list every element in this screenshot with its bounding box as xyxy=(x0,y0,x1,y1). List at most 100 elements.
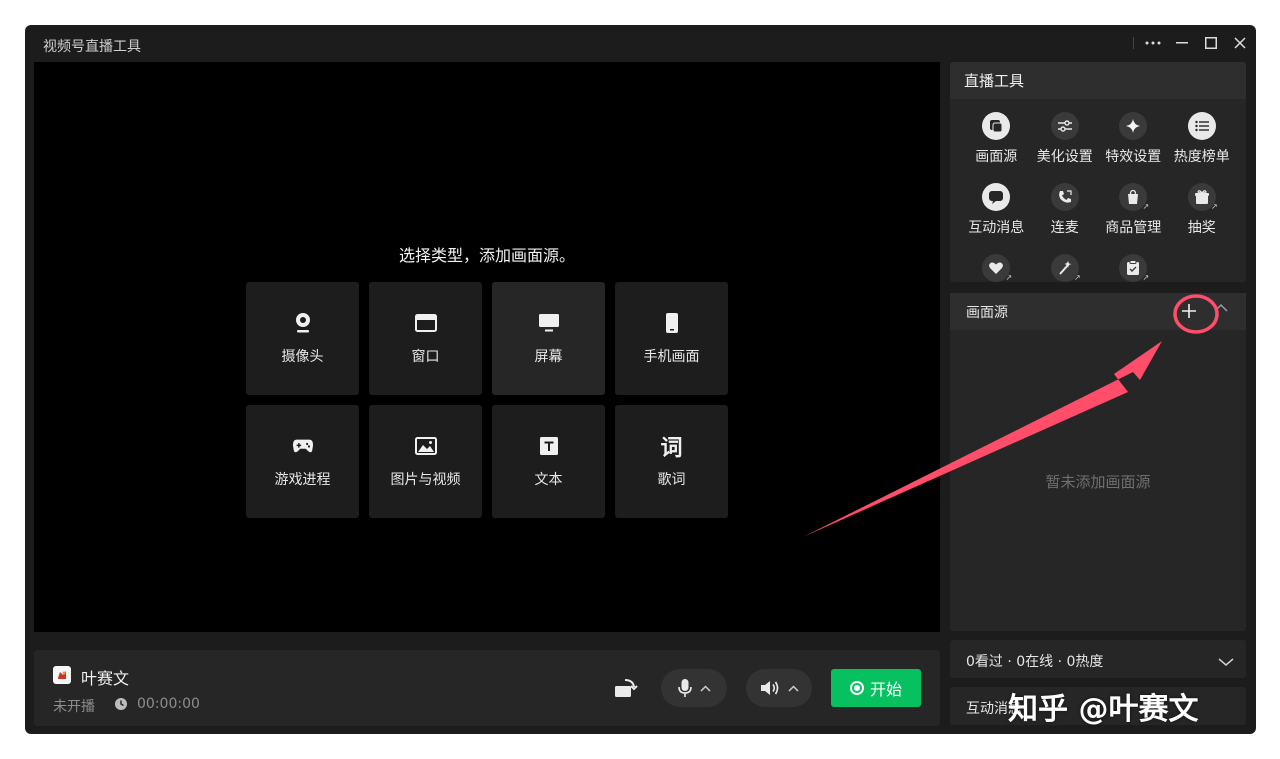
stats-text: 0看过 · 0在线 · 0热度 xyxy=(966,654,1104,670)
tool-ranking[interactable]: 热度榜单 xyxy=(1168,112,1237,183)
window-title: 视频号直播工具 xyxy=(43,39,141,55)
source-tile-label: 手机画面 xyxy=(643,348,700,365)
avatar[interactable] xyxy=(53,666,71,684)
add-source-button[interactable] xyxy=(1176,299,1202,323)
tool-extra-3[interactable]: ↗ xyxy=(1099,254,1168,282)
bottom-bar: 叶赛文 未开播 00:00:00 开始 xyxy=(34,650,940,726)
magic-wand-icon: ↗ xyxy=(1050,254,1081,282)
titlebar-separator xyxy=(1133,37,1134,49)
start-live-label: 开始 xyxy=(869,680,902,699)
start-live-button[interactable]: 开始 xyxy=(831,669,921,707)
close-icon[interactable] xyxy=(1226,31,1254,55)
speaker-icon xyxy=(760,681,778,695)
gamepad-icon xyxy=(292,435,314,457)
sources-panel: 画面源 暂未添加画面源 xyxy=(950,293,1246,631)
source-tile-lyrics[interactable]: 词 歌词 xyxy=(615,405,728,518)
tool-extra-2[interactable]: ↗ xyxy=(1031,254,1100,282)
source-tile-label: 歌词 xyxy=(657,471,686,488)
external-link-icon: ↗ xyxy=(1074,273,1081,282)
source-tile-screen[interactable]: 屏幕 xyxy=(492,282,605,395)
app-window: 视频号直播工具 选择类型，添加画面源。 摄像头 窗口 屏幕 手机画面 游戏进程 … xyxy=(25,25,1256,734)
shopping-bag-icon: ↗ xyxy=(1119,183,1150,211)
minimize-icon[interactable] xyxy=(1168,31,1196,55)
chevron-down-icon[interactable] xyxy=(1218,652,1234,666)
sources-header-title: 画面源 xyxy=(966,304,1008,321)
source-tile-label: 图片与视频 xyxy=(390,471,461,488)
sources-header: 画面源 xyxy=(950,293,1246,330)
tool-label: 商品管理 xyxy=(1105,220,1162,236)
text-icon xyxy=(538,435,560,457)
live-status: 未开播 xyxy=(53,699,95,715)
record-icon xyxy=(849,681,864,695)
source-type-grid: 摄像头 窗口 屏幕 手机画面 游戏进程 图片与视频 文本 词 歌词 xyxy=(246,282,730,518)
tool-label: 热度榜单 xyxy=(1173,149,1230,165)
title-bar: 视频号直播工具 xyxy=(25,25,1256,61)
live-tools-panel: 直播工具 画面源 美化设置 特效设置 热度榜单 互动消息 连麦 ↗ 商品管理 ↗… xyxy=(950,62,1246,282)
preview-stage: 选择类型，添加画面源。 摄像头 窗口 屏幕 手机画面 游戏进程 图片与视频 文本… xyxy=(34,62,940,632)
heart-icon: ↗ xyxy=(982,254,1013,282)
more-icon[interactable] xyxy=(1139,31,1167,55)
source-icon xyxy=(982,112,1011,140)
source-tile-camera[interactable]: 摄像头 xyxy=(246,282,359,395)
tool-messages[interactable]: 互动消息 xyxy=(962,183,1031,254)
maximize-icon[interactable] xyxy=(1197,31,1225,55)
call-icon xyxy=(1050,183,1079,211)
username: 叶赛文 xyxy=(81,669,130,688)
tool-effects[interactable]: 特效设置 xyxy=(1099,112,1168,183)
external-link-icon: ↗ xyxy=(1211,202,1218,211)
source-tile-phone[interactable]: 手机画面 xyxy=(615,282,728,395)
stats-bar[interactable]: 0看过 · 0在线 · 0热度 xyxy=(950,640,1246,678)
source-tile-label: 摄像头 xyxy=(281,348,324,365)
source-tile-text[interactable]: 文本 xyxy=(492,405,605,518)
lyrics-icon: 词 xyxy=(661,435,683,461)
source-tile-label: 窗口 xyxy=(411,348,440,365)
sparkle-icon xyxy=(1119,112,1148,140)
clock-icon xyxy=(114,696,128,710)
tool-label: 互动消息 xyxy=(968,220,1025,236)
tool-extra-1[interactable]: ↗ xyxy=(962,254,1031,282)
list-icon xyxy=(1187,112,1216,140)
stage-hint: 选择类型，添加画面源。 xyxy=(398,246,575,265)
lyrics-glyph: 词 xyxy=(660,435,683,461)
checklist-icon: ↗ xyxy=(1119,254,1150,282)
tool-label: 特效设置 xyxy=(1105,149,1162,165)
tool-co-host[interactable]: 连麦 xyxy=(1031,183,1100,254)
source-tile-media[interactable]: 图片与视频 xyxy=(369,405,482,518)
chevron-up-icon xyxy=(787,684,799,692)
chevron-up-icon xyxy=(1214,303,1228,312)
tool-beauty[interactable]: 美化设置 xyxy=(1031,112,1100,183)
source-tile-label: 文本 xyxy=(534,471,563,488)
collapse-sources-button[interactable] xyxy=(1214,301,1232,321)
window-icon xyxy=(414,312,437,334)
tool-source[interactable]: 画面源 xyxy=(962,112,1031,183)
microphone-control[interactable] xyxy=(661,669,727,707)
camera-icon xyxy=(292,312,314,334)
source-tile-game[interactable]: 游戏进程 xyxy=(246,405,359,518)
rotate-orientation-icon[interactable] xyxy=(613,676,639,700)
external-link-icon: ↗ xyxy=(1142,202,1150,211)
chevron-up-icon xyxy=(699,684,711,692)
tool-label: 美化设置 xyxy=(1036,149,1093,165)
sources-empty-state: 暂未添加画面源 xyxy=(1045,473,1151,491)
external-link-icon: ↗ xyxy=(1005,273,1013,282)
plus-icon xyxy=(1182,304,1196,318)
source-tile-label: 屏幕 xyxy=(534,348,563,365)
microphone-icon xyxy=(677,679,692,697)
source-tile-window[interactable]: 窗口 xyxy=(369,282,482,395)
tool-lottery[interactable]: ↗ 抽奖 xyxy=(1168,183,1237,254)
live-tools-header: 直播工具 xyxy=(950,62,1246,99)
gift-icon: ↗ xyxy=(1187,183,1218,211)
tool-label: 画面源 xyxy=(975,149,1018,165)
phone-icon xyxy=(661,312,683,334)
live-tools-grid: 画面源 美化设置 特效设置 热度榜单 互动消息 连麦 ↗ 商品管理 ↗ 抽奖 ↗… xyxy=(962,112,1246,282)
image-icon xyxy=(414,435,437,457)
sliders-icon xyxy=(1050,112,1079,140)
source-tile-label: 游戏进程 xyxy=(274,471,331,488)
tool-label: 抽奖 xyxy=(1187,220,1216,236)
speaker-control[interactable] xyxy=(746,669,812,707)
external-link-icon: ↗ xyxy=(1142,273,1150,282)
tool-products[interactable]: ↗ 商品管理 xyxy=(1099,183,1168,254)
chat-icon xyxy=(982,183,1011,211)
live-timer: 00:00:00 xyxy=(137,696,200,712)
tool-label: 连麦 xyxy=(1050,220,1079,236)
